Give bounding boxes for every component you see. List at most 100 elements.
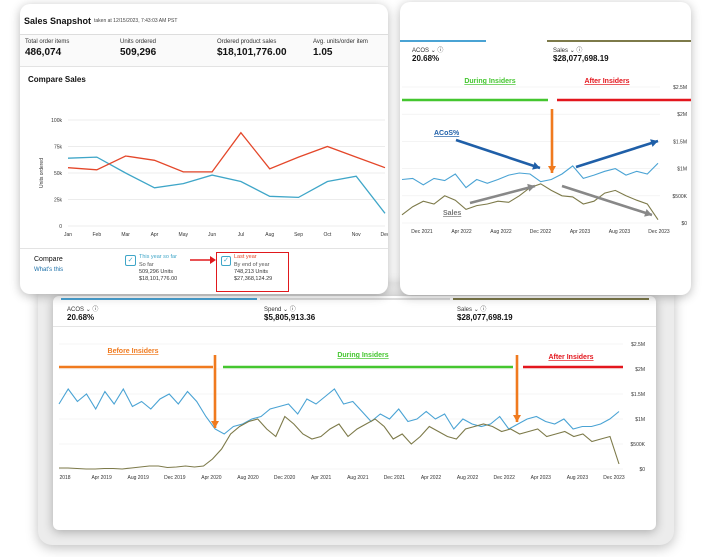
y-tick-label: $500K — [631, 442, 646, 448]
x-tick-label: Dec 2023 — [603, 475, 625, 481]
this-year-checkbox[interactable]: ✓ — [125, 255, 136, 266]
sales-label[interactable]: Sales ⌄ ⓘ — [457, 304, 486, 313]
x-tick-label: Jun — [208, 232, 216, 238]
metric-value: 1.05 — [313, 47, 333, 58]
series-line-sales — [59, 415, 620, 470]
x-tick-label: Aug 2019 — [127, 475, 149, 481]
y-tick-label: 50k — [54, 171, 63, 177]
metric-value: 509,296 — [120, 47, 157, 58]
x-tick-label: Aug — [265, 232, 274, 238]
series-line-acos — [401, 162, 659, 189]
x-tick-label: Dec 2020 — [274, 475, 296, 481]
spend-value: $5,805,913.36 — [264, 313, 316, 322]
x-tick-label: Apr 2022 — [421, 475, 442, 481]
snapshot-metrics: Total order items 486,074 Units ordered … — [20, 35, 388, 67]
last-year-subtitle: By end of year — [234, 262, 270, 268]
series-line-last-year — [67, 131, 386, 173]
snapshot-timestamp: taken at 12/15/2023, 7:43:03 AM PST — [94, 18, 178, 24]
y-tick-label: $1.5M — [673, 139, 687, 145]
snapshot-header: Sales Snapshot taken at 12/15/2023, 7:43… — [20, 4, 388, 35]
insiders-end-arrow-head — [548, 166, 556, 173]
whats-this-link[interactable]: What's this — [34, 267, 63, 273]
y-tick-label: $0 — [681, 221, 687, 227]
x-tick-label: Dec 2021 — [384, 475, 406, 481]
phase-label-after: After Insiders — [548, 354, 593, 361]
sales-value: $28,077,698.19 — [457, 313, 513, 322]
snapshot-title: Sales Snapshot — [24, 16, 92, 26]
spend-tab-indicator — [260, 298, 450, 300]
insiders-end-arrow-head — [513, 415, 521, 422]
y-tick-label: 25k — [54, 198, 63, 204]
compare-footer: Compare What's this ✓ This year so far S… — [20, 248, 388, 294]
x-tick-label: Aug 2022 — [457, 475, 479, 481]
phase-label-after: After Insiders — [584, 78, 629, 85]
y-axis-label: Units ordered — [39, 158, 45, 188]
last-year-checkbox[interactable]: ✓ — [221, 256, 231, 266]
this-year-subtitle: So far — [139, 262, 154, 268]
metric-label: Units ordered — [120, 39, 157, 45]
x-tick-label: Aug 2020 — [237, 475, 259, 481]
phase-label-before: Before Insiders — [108, 348, 159, 355]
phase-label-during: During Insiders — [337, 352, 388, 359]
x-tick-label: Dec 2022 — [493, 475, 515, 481]
compare-label: Compare — [34, 256, 63, 263]
compare-sales-title: Compare Sales — [28, 75, 86, 84]
acos-label[interactable]: ACOS ⌄ ⓘ — [412, 45, 443, 54]
acos-value: 20.68% — [412, 54, 440, 63]
y-tick-label: 75k — [54, 145, 63, 151]
bottom-card: ACOS ⌄ ⓘ 20.68% Spend ⌄ ⓘ $5,805,913.36 … — [53, 296, 656, 530]
sales-tab-indicator — [547, 40, 691, 42]
sales-snapshot-card: Sales Snapshot taken at 12/15/2023, 7:43… — [20, 4, 388, 294]
y-tick-label: $2.5M — [631, 342, 645, 348]
x-tick-label: Apr 2021 — [311, 475, 332, 481]
series-line-this-year — [67, 156, 386, 214]
x-tick-label: Aug 2023 — [567, 475, 589, 481]
series-line-acos — [58, 387, 620, 435]
acos-tab-indicator — [400, 40, 486, 42]
metric-value: 486,074 — [25, 47, 62, 58]
y-tick-label: 100k — [51, 118, 62, 124]
x-tick-label: Apr — [151, 232, 159, 238]
x-tick-label: Oct — [323, 232, 331, 238]
y-tick-label: $1M — [635, 417, 645, 423]
compare-sales-chart: 0 25k 50k 75k 100k Jan Feb Mar Apr May Jun Jul Aug Se… — [39, 118, 388, 238]
y-tick-label: $2M — [635, 367, 645, 373]
sales-value: $28,077,698.19 — [553, 54, 609, 63]
x-tick-label: Apr 2022 — [451, 229, 472, 235]
x-tick-label: Dec 2021 — [411, 229, 433, 235]
spend-label[interactable]: Spend ⌄ ⓘ — [264, 304, 296, 313]
x-tick-label: Aug 2021 — [347, 475, 369, 481]
y-tick-label: $2M — [677, 112, 687, 118]
sales-arrow-in-shaft — [469, 184, 536, 205]
metric-label: Total order items — [25, 39, 70, 45]
recent-performance-card: ACOS ⌄ ⓘ 20.68% Sales ⌄ ⓘ $28,077,698.19… — [400, 2, 691, 295]
x-tick-label: Apr 2019 — [91, 475, 112, 481]
sales-tab-indicator — [453, 298, 649, 300]
phase-label-during: During Insiders — [464, 78, 515, 85]
kpi-row: ACOS ⌄ ⓘ 20.68% Spend ⌄ ⓘ $5,805,913.36 … — [53, 296, 656, 327]
metric-value: $18,101,776.00 — [217, 47, 287, 58]
performance-chart-recent: $0 $500K $1M $1.5M $2M $2.5M Dec 2021 Apr 2022 A… — [401, 78, 691, 235]
sales-label[interactable]: Sales ⌄ ⓘ — [553, 45, 582, 54]
x-tick-label: Dec 2023 — [648, 229, 670, 235]
x-tick-label: May — [179, 232, 189, 238]
x-tick-label: Dec 2022 — [530, 229, 552, 235]
x-tick-label: Nov — [352, 232, 361, 238]
sales-annotation: Sales — [443, 210, 461, 217]
this-year-title: This year so far — [139, 254, 177, 260]
last-year-sales: $27,368,124.29 — [234, 276, 273, 282]
last-year-units: 748,213 Units — [234, 269, 268, 275]
metric-label: Ordered product sales — [217, 39, 277, 45]
x-tick-label: Apr 2023 — [531, 475, 552, 481]
acos-annotation: ACoS% — [434, 130, 460, 137]
x-tick-label: Jul — [238, 232, 244, 238]
acos-arrow-out-shaft — [575, 139, 659, 169]
metric-label: Avg. units/order item — [313, 39, 368, 45]
acos-tab-indicator — [61, 298, 257, 300]
acos-label[interactable]: ACOS ⌄ ⓘ — [67, 304, 98, 313]
x-tick-label: Apr 2023 — [570, 229, 591, 235]
this-year-sales: $18,101,776.00 — [139, 276, 178, 282]
y-tick-label: 0 — [59, 224, 62, 230]
acos-arrow-in-shaft — [455, 138, 541, 170]
y-tick-label: $500K — [673, 194, 688, 200]
